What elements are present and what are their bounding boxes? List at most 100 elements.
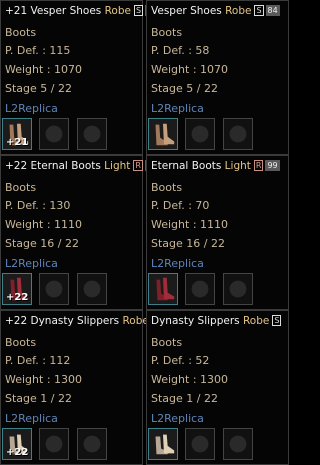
equipped-boots-slot[interactable]: +22 <box>2 273 32 305</box>
empty-slot-icon <box>40 119 68 149</box>
item-tooltip-card: +22 Eternal Boots LightR99 Boots P. Def.… <box>0 155 160 310</box>
tooltip-grid: +21 Vesper Shoes RobeS84 Boots P. Def. :… <box>0 0 290 465</box>
item-tooltip-card: +21 Vesper Shoes RobeS84 Boots P. Def. :… <box>0 0 160 155</box>
item-name: Dynasty Slippers <box>30 315 123 327</box>
item-title: Eternal Boots Light R 99 <box>151 160 284 176</box>
weight-stat: Weight : 1070 <box>5 63 83 76</box>
armor-type: Robe <box>104 5 131 17</box>
server-name: L2Replica <box>5 102 58 115</box>
item-tooltip-card: Eternal Boots Light R 99 Boots P. Def. : 7… <box>146 155 289 310</box>
enchant-overlay: +22 <box>6 292 29 303</box>
item-type: Boots <box>151 181 183 194</box>
boots-icon <box>149 274 177 304</box>
empty-slot-icon <box>78 274 106 304</box>
item-level: 84 <box>265 5 280 16</box>
item-tooltip-card: Vesper Shoes Robe S 84 Boots P. Def. : 58 … <box>146 0 289 155</box>
equipped-boots-slot[interactable]: +22 <box>2 428 32 460</box>
pdef-stat: P. Def. : 52 <box>151 354 210 367</box>
weight-stat: Weight : 1110 <box>5 218 83 231</box>
item-slots: +22 <box>2 428 134 463</box>
item-title: Vesper Shoes Robe S 84 <box>151 5 284 21</box>
stage-stat: Stage 1 / 22 <box>151 392 218 405</box>
empty-slot[interactable] <box>185 428 215 460</box>
empty-slot-icon <box>186 119 214 149</box>
server-name: L2Replica <box>151 257 204 270</box>
empty-slot[interactable] <box>223 273 253 305</box>
empty-slot-icon <box>224 119 252 149</box>
pdef-stat: P. Def. : 115 <box>5 44 71 57</box>
weight-stat: Weight : 1110 <box>151 218 229 231</box>
empty-slot-icon <box>186 274 214 304</box>
item-slots <box>148 428 280 463</box>
pdef-stat: P. Def. : 130 <box>5 199 71 212</box>
empty-slot-icon <box>224 274 252 304</box>
pdef-stat: P. Def. : 112 <box>5 354 71 367</box>
equipped-boots-slot[interactable] <box>148 118 178 150</box>
weight-stat: Weight : 1070 <box>151 63 229 76</box>
stage-stat: Stage 5 / 22 <box>5 82 72 95</box>
armor-type: Robe <box>225 5 252 17</box>
item-tooltip-card: +22 Dynasty Slippers RobeS Boots P. Def.… <box>0 310 161 465</box>
armor-type: Light <box>104 160 131 172</box>
grade-badge: S <box>133 5 144 16</box>
empty-slot-icon <box>186 429 214 459</box>
empty-slot[interactable] <box>39 273 69 305</box>
item-type: Boots <box>151 26 183 39</box>
item-title: Dynasty Slippers Robe S <box>151 315 284 331</box>
empty-slot[interactable] <box>39 428 69 460</box>
stage-stat: Stage 16 / 22 <box>5 237 79 250</box>
empty-slot[interactable] <box>77 428 107 460</box>
enchant-level: +21 <box>5 5 31 17</box>
stage-stat: Stage 5 / 22 <box>151 82 218 95</box>
enchant-overlay: +21 <box>6 137 29 148</box>
weight-stat: Weight : 1300 <box>151 373 229 386</box>
empty-slot-icon <box>224 429 252 459</box>
enchant-level: +22 <box>5 315 31 327</box>
item-name: Vesper Shoes <box>151 5 226 17</box>
equipped-boots-slot[interactable]: +21 <box>2 118 32 150</box>
empty-slot-icon <box>78 429 106 459</box>
grade-badge: R <box>133 160 143 171</box>
item-slots <box>148 273 280 308</box>
equipped-boots-slot[interactable] <box>148 273 178 305</box>
stage-stat: Stage 16 / 22 <box>151 237 225 250</box>
grade-badge: S <box>254 5 264 16</box>
stage-stat: Stage 1 / 22 <box>5 392 72 405</box>
empty-slot[interactable] <box>223 118 253 150</box>
item-title: +21 Vesper Shoes RobeS84 <box>5 5 160 21</box>
empty-slot[interactable] <box>185 118 215 150</box>
server-name: L2Replica <box>151 102 204 115</box>
enchant-overlay: +22 <box>6 447 29 458</box>
empty-slot-icon <box>40 429 68 459</box>
item-type: Boots <box>5 26 37 39</box>
item-name: Vesper Shoes <box>30 5 105 17</box>
item-name: Eternal Boots <box>151 160 225 172</box>
empty-slot[interactable] <box>185 273 215 305</box>
server-name: L2Replica <box>5 257 58 270</box>
server-name: L2Replica <box>5 412 58 425</box>
empty-slot[interactable] <box>77 273 107 305</box>
empty-slot-icon <box>78 119 106 149</box>
item-level: 99 <box>265 160 280 171</box>
item-slots: +21 <box>2 118 134 153</box>
empty-slot[interactable] <box>223 428 253 460</box>
item-type: Boots <box>151 336 183 349</box>
weight-stat: Weight : 1300 <box>5 373 83 386</box>
boots-icon <box>149 429 177 459</box>
item-title: +22 Dynasty Slippers RobeS <box>5 315 161 331</box>
empty-slot-icon <box>40 274 68 304</box>
armor-type: Light <box>224 160 251 172</box>
empty-slot[interactable] <box>39 118 69 150</box>
armor-type: Robe <box>242 315 270 327</box>
item-type: Boots <box>5 181 37 194</box>
pdef-stat: P. Def. : 58 <box>151 44 210 57</box>
equipped-boots-slot[interactable] <box>148 428 178 460</box>
grade-badge: R <box>253 160 264 171</box>
boots-icon <box>149 119 177 149</box>
item-title: +22 Eternal Boots LightR99 <box>5 160 160 176</box>
pdef-stat: P. Def. : 70 <box>151 199 210 212</box>
item-name: Dynasty Slippers <box>151 315 243 327</box>
item-slots: +22 <box>2 273 134 308</box>
item-slots <box>148 118 280 153</box>
empty-slot[interactable] <box>77 118 107 150</box>
